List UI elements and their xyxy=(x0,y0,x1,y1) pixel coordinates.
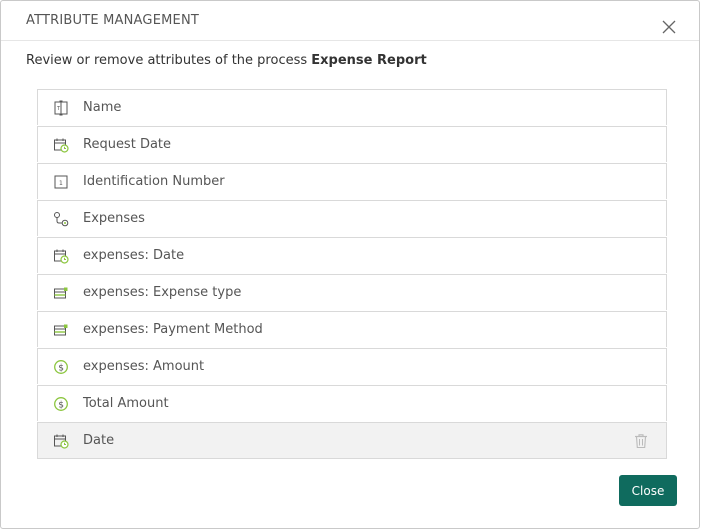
svg-text:$: $ xyxy=(58,364,64,374)
list-field-icon xyxy=(54,324,68,336)
list-field-icon xyxy=(54,287,68,299)
trash-icon[interactable] xyxy=(634,433,648,449)
close-icon[interactable] xyxy=(661,19,677,35)
process-name: Expense Report xyxy=(311,53,427,68)
attribute-label: Name xyxy=(83,100,122,115)
attribute-row[interactable]: Date xyxy=(37,422,667,459)
attribute-label: Expenses xyxy=(83,211,145,226)
text-field-icon: T xyxy=(54,100,68,116)
attribute-label: expenses: Payment Method xyxy=(83,322,263,337)
calendar-clock-icon xyxy=(54,249,69,264)
attribute-label: expenses: Expense type xyxy=(83,285,242,300)
attribute-list: T Name Request Date 1 Identification Numbe… xyxy=(37,89,667,459)
attribute-row[interactable]: expenses: Payment Method xyxy=(37,311,667,347)
currency-icon: $ xyxy=(54,397,68,411)
currency-icon: $ xyxy=(54,360,68,374)
attribute-label: Request Date xyxy=(83,137,172,152)
dialog-title: ATTRIBUTE MANAGEMENT xyxy=(26,13,200,28)
attribute-row[interactable]: $ expenses: Amount xyxy=(37,348,667,384)
attribute-row[interactable]: Expenses xyxy=(37,200,667,236)
number-field-icon: 1 xyxy=(54,175,68,189)
subtitle-text: Review or remove attributes of the proce… xyxy=(26,53,312,68)
attribute-row[interactable]: expenses: Date xyxy=(37,237,667,273)
dialog-header: ATTRIBUTE MANAGEMENT xyxy=(1,1,699,41)
attribute-row[interactable]: expenses: Expense type xyxy=(37,274,667,310)
attribute-label: Date xyxy=(83,433,115,448)
attribute-label: expenses: Amount xyxy=(83,359,205,374)
attribute-row[interactable]: T Name xyxy=(37,89,667,125)
calendar-clock-icon xyxy=(54,138,69,153)
attribute-label: Identification Number xyxy=(83,174,225,189)
link-collection-icon xyxy=(54,212,69,227)
svg-text:T: T xyxy=(56,106,61,112)
calendar-clock-icon xyxy=(54,434,69,449)
attribute-label: Total Amount xyxy=(83,396,169,411)
dialog-subtitle: Review or remove attributes of the proce… xyxy=(26,53,427,68)
svg-text:1: 1 xyxy=(59,180,63,187)
attribute-label: expenses: Date xyxy=(83,248,185,263)
close-button[interactable]: Close xyxy=(619,475,677,506)
attribute-management-dialog: ATTRIBUTE MANAGEMENT Review or remove at… xyxy=(0,0,700,529)
attribute-row[interactable]: $ Total Amount xyxy=(37,385,667,421)
svg-text:$: $ xyxy=(58,401,64,411)
attribute-row[interactable]: Request Date xyxy=(37,126,667,162)
attribute-row[interactable]: 1 Identification Number xyxy=(37,163,667,199)
